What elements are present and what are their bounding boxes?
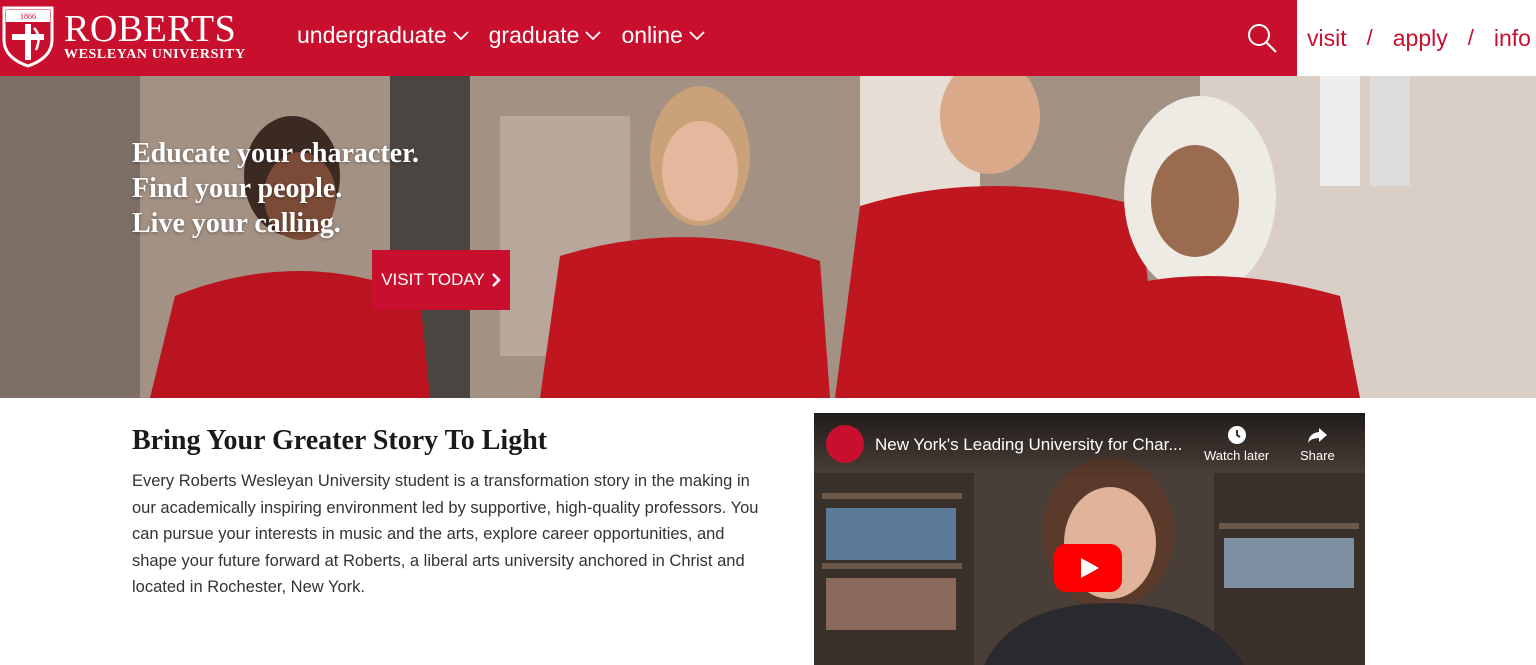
utility-nav: visit / apply / info xyxy=(1297,0,1536,76)
nav-graduate-label: graduate xyxy=(488,22,580,48)
hero-line-1: Educate your character. xyxy=(132,138,419,169)
watch-later-label: Watch later xyxy=(1204,448,1270,463)
site-header: 1866 ROBERTS WESLEYAN UNIVERSITY undergr… xyxy=(0,0,1536,76)
logo-subtitle: WESLEYAN UNIVERSITY xyxy=(64,47,246,62)
hero-headline: Educate your character. Find your people… xyxy=(132,136,419,241)
apply-link[interactable]: apply xyxy=(1393,25,1448,52)
video-embed[interactable]: New York's Leading University for Char..… xyxy=(814,413,1365,665)
svg-text:1866: 1866 xyxy=(20,12,36,21)
video-title[interactable]: New York's Leading University for Char..… xyxy=(875,435,1183,455)
nav-graduate[interactable]: graduate xyxy=(489,22,602,49)
hero-banner: Educate your character. Find your people… xyxy=(0,76,1536,398)
visit-today-label: VISIT TODAY xyxy=(381,270,485,289)
hero-line-2: Find your people. xyxy=(132,173,343,204)
hero-line-3: Live your calling. xyxy=(132,208,341,239)
visit-link[interactable]: visit xyxy=(1307,25,1347,52)
university-logo[interactable]: 1866 ROBERTS WESLEYAN UNIVERSITY xyxy=(2,6,262,68)
nav-undergraduate-label: undergraduate xyxy=(297,22,447,48)
chevron-down-icon xyxy=(585,30,602,40)
logo-wordmark: ROBERTS xyxy=(64,8,237,50)
play-icon[interactable] xyxy=(1054,544,1122,592)
share-icon xyxy=(1308,428,1328,443)
story-paragraph: Every Roberts Wesleyan University studen… xyxy=(132,472,759,596)
search-icon[interactable] xyxy=(1246,22,1278,54)
shield-logo-icon: 1866 xyxy=(2,6,54,68)
story-heading: Bring Your Greater Story To Light xyxy=(132,425,548,456)
info-link[interactable]: info xyxy=(1494,25,1531,52)
chevron-down-icon xyxy=(452,30,469,40)
channel-avatar[interactable] xyxy=(826,425,864,463)
nav-online-label: online xyxy=(621,22,683,48)
separator: / xyxy=(1366,25,1373,50)
main-nav: undergraduate graduate online xyxy=(297,22,705,49)
watch-later-button[interactable]: Watch later xyxy=(1204,425,1269,463)
chevron-down-icon xyxy=(689,30,705,40)
visit-today-button[interactable]: VISIT TODAY xyxy=(372,250,510,310)
chevron-right-icon xyxy=(491,273,501,287)
separator: / xyxy=(1467,25,1474,50)
nav-undergraduate[interactable]: undergraduate xyxy=(297,22,469,49)
share-button[interactable]: Share xyxy=(1300,425,1335,463)
nav-online[interactable]: online xyxy=(621,22,705,49)
share-label: Share xyxy=(1300,448,1335,463)
clock-icon xyxy=(1227,426,1246,444)
